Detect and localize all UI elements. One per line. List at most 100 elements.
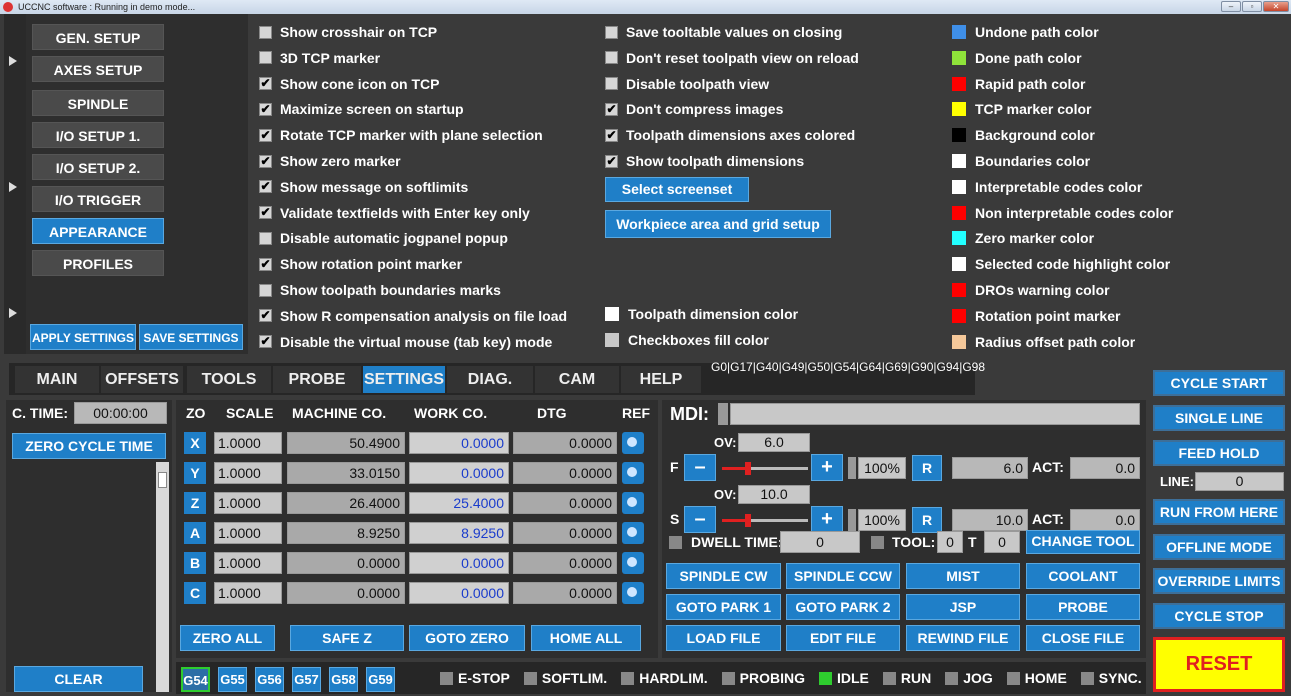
color-setting-row[interactable]: Radius offset path color [952, 333, 1135, 351]
checkbox-unchecked[interactable] [605, 77, 618, 91]
color-swatch[interactable] [952, 50, 966, 65]
color-swatch[interactable] [952, 257, 966, 272]
scale-field[interactable]: 1.0000 [214, 582, 282, 604]
maximize-icon[interactable]: ▫ [1242, 1, 1262, 12]
close-icon[interactable]: ✕ [1263, 1, 1289, 12]
rewind-file-button[interactable]: REWIND FILE [906, 625, 1020, 651]
checkbox-checked[interactable]: ✔ [605, 102, 618, 116]
message-scrollbar[interactable] [156, 462, 169, 692]
checkbox-unchecked[interactable] [259, 25, 272, 39]
close-file-button[interactable]: CLOSE FILE [1026, 625, 1140, 651]
feed-value-field[interactable]: 6.0 [952, 457, 1028, 479]
spindle-increase-button[interactable]: + [811, 506, 843, 533]
color-swatch[interactable] [952, 25, 966, 39]
feed-decrease-button[interactable]: – [684, 454, 716, 481]
minimize-icon[interactable]: – [1221, 1, 1241, 12]
scale-field[interactable]: 1.0000 [214, 552, 282, 574]
option-row[interactable]: ✔ Show message on softlimits [259, 178, 468, 196]
menu-item-i-o-setup-2[interactable]: I/O SETUP 2. [32, 154, 164, 180]
color-swatch[interactable] [952, 308, 966, 323]
ref-home-icon[interactable] [622, 522, 644, 544]
checkbox-checked[interactable]: ✔ [605, 128, 618, 142]
feed-reset-override-button[interactable]: R [912, 455, 942, 481]
option-row[interactable]: Don't reset toolpath view on reload [605, 49, 859, 67]
work-coordinate[interactable]: 0.0000 [409, 432, 509, 454]
feed-slider-knob[interactable] [744, 462, 751, 475]
color-setting-row[interactable]: TCP marker color [952, 100, 1091, 118]
option-row[interactable]: ✔ Maximize screen on startup [259, 100, 464, 118]
work-coordinate[interactable]: 0.0000 [409, 582, 509, 604]
menu-item-profiles[interactable]: PROFILES [32, 250, 164, 276]
option-row[interactable]: ✔ Show toolpath dimensions [605, 152, 804, 170]
checkbox-checked[interactable]: ✔ [259, 77, 272, 91]
color-swatch[interactable] [952, 334, 966, 349]
menu-item-axes-setup[interactable]: AXES SETUP [32, 56, 164, 82]
menu-item-spindle[interactable]: SPINDLE [32, 90, 164, 116]
checkbox-checked[interactable]: ✔ [259, 154, 272, 168]
color-swatch[interactable] [605, 332, 619, 347]
wcs-button-g56[interactable]: G56 [255, 667, 284, 692]
ref-home-icon[interactable] [622, 432, 644, 454]
color-setting-row[interactable]: DROs warning color [952, 281, 1110, 299]
ref-home-icon[interactable] [622, 552, 644, 574]
checkbox-checked[interactable]: ✔ [605, 154, 618, 168]
spindle-slider-knob[interactable] [744, 514, 751, 527]
color-setting-row[interactable]: Non interpretable codes color [952, 204, 1173, 222]
color-setting-row[interactable]: Checkboxes fill color [605, 331, 769, 349]
dwell-time-field[interactable]: 0 [780, 531, 860, 553]
color-swatch[interactable] [952, 102, 966, 117]
probe-button[interactable]: PROBE [1026, 594, 1140, 620]
mdi-input[interactable] [730, 403, 1140, 425]
ref-home-icon[interactable] [622, 492, 644, 514]
checkbox-checked[interactable]: ✔ [259, 309, 272, 323]
option-row[interactable]: Disable automatic jogpanel popup [259, 229, 508, 247]
checkbox-checked[interactable]: ✔ [259, 335, 272, 349]
dwell-checkbox[interactable] [669, 536, 682, 549]
spindle-value-field[interactable]: 10.0 [952, 509, 1028, 531]
axis-zero-button-y[interactable]: Y [184, 462, 206, 484]
option-row[interactable]: ✔ Toolpath dimensions axes colored [605, 126, 855, 144]
axis-zero-button-c[interactable]: C [184, 582, 206, 604]
jsp-button[interactable]: JSP [906, 594, 1020, 620]
checkbox-checked[interactable]: ✔ [259, 257, 272, 271]
select-screenset-button[interactable]: Select screenset [605, 177, 749, 202]
change-tool-button[interactable]: CHANGE TOOL [1026, 530, 1140, 554]
spindle-ccw-button[interactable]: SPINDLE CCW [786, 563, 900, 589]
tab-probe[interactable]: PROBE [273, 366, 361, 393]
t-field[interactable]: 0 [984, 531, 1020, 553]
spindle-override-slider[interactable] [722, 514, 808, 527]
checkbox-unchecked[interactable] [259, 283, 272, 297]
expand-arrow-icon[interactable] [9, 182, 17, 192]
run-from-here-button[interactable]: RUN FROM HERE [1153, 499, 1285, 525]
option-row[interactable]: ✔ Don't compress images [605, 100, 783, 118]
work-coordinate[interactable]: 0.0000 [409, 552, 509, 574]
expand-arrow-icon[interactable] [9, 308, 17, 318]
color-setting-row[interactable]: Rotation point marker [952, 307, 1120, 325]
wcs-button-g59[interactable]: G59 [366, 667, 395, 692]
reset-button[interactable]: RESET [1153, 637, 1285, 692]
apply-settings-button[interactable]: APPLY SETTINGS [30, 324, 136, 350]
option-row[interactable]: ✔ Show zero marker [259, 152, 401, 170]
checkbox-checked[interactable]: ✔ [259, 180, 272, 194]
load-file-button[interactable]: LOAD FILE [666, 625, 781, 651]
override-limits-button[interactable]: OVERRIDE LIMITS [1153, 568, 1285, 594]
option-row[interactable]: ✔ Show R compensation analysis on file lo… [259, 307, 567, 325]
ref-home-icon[interactable] [622, 582, 644, 604]
scale-field[interactable]: 1.0000 [214, 432, 282, 454]
zero-all-button[interactable]: ZERO ALL [180, 625, 275, 651]
goto-park-2-button[interactable]: GOTO PARK 2 [786, 594, 900, 620]
scale-field[interactable]: 1.0000 [214, 522, 282, 544]
checkbox-checked[interactable]: ✔ [259, 206, 272, 220]
work-coordinate[interactable]: 8.9250 [409, 522, 509, 544]
spindle-decrease-button[interactable]: – [684, 506, 716, 533]
cycle-start-button[interactable]: CYCLE START [1153, 370, 1285, 396]
option-row[interactable]: Disable toolpath view [605, 75, 769, 93]
color-setting-row[interactable]: Zero marker color [952, 229, 1094, 247]
expand-arrow-icon[interactable] [9, 56, 17, 66]
spindle-cw-button[interactable]: SPINDLE CW [666, 563, 781, 589]
wcs-button-g57[interactable]: G57 [292, 667, 321, 692]
color-swatch[interactable] [952, 76, 966, 91]
color-setting-row[interactable]: Done path color [952, 49, 1082, 67]
axis-zero-button-b[interactable]: B [184, 552, 206, 574]
tab-settings[interactable]: SETTINGS [363, 366, 445, 393]
